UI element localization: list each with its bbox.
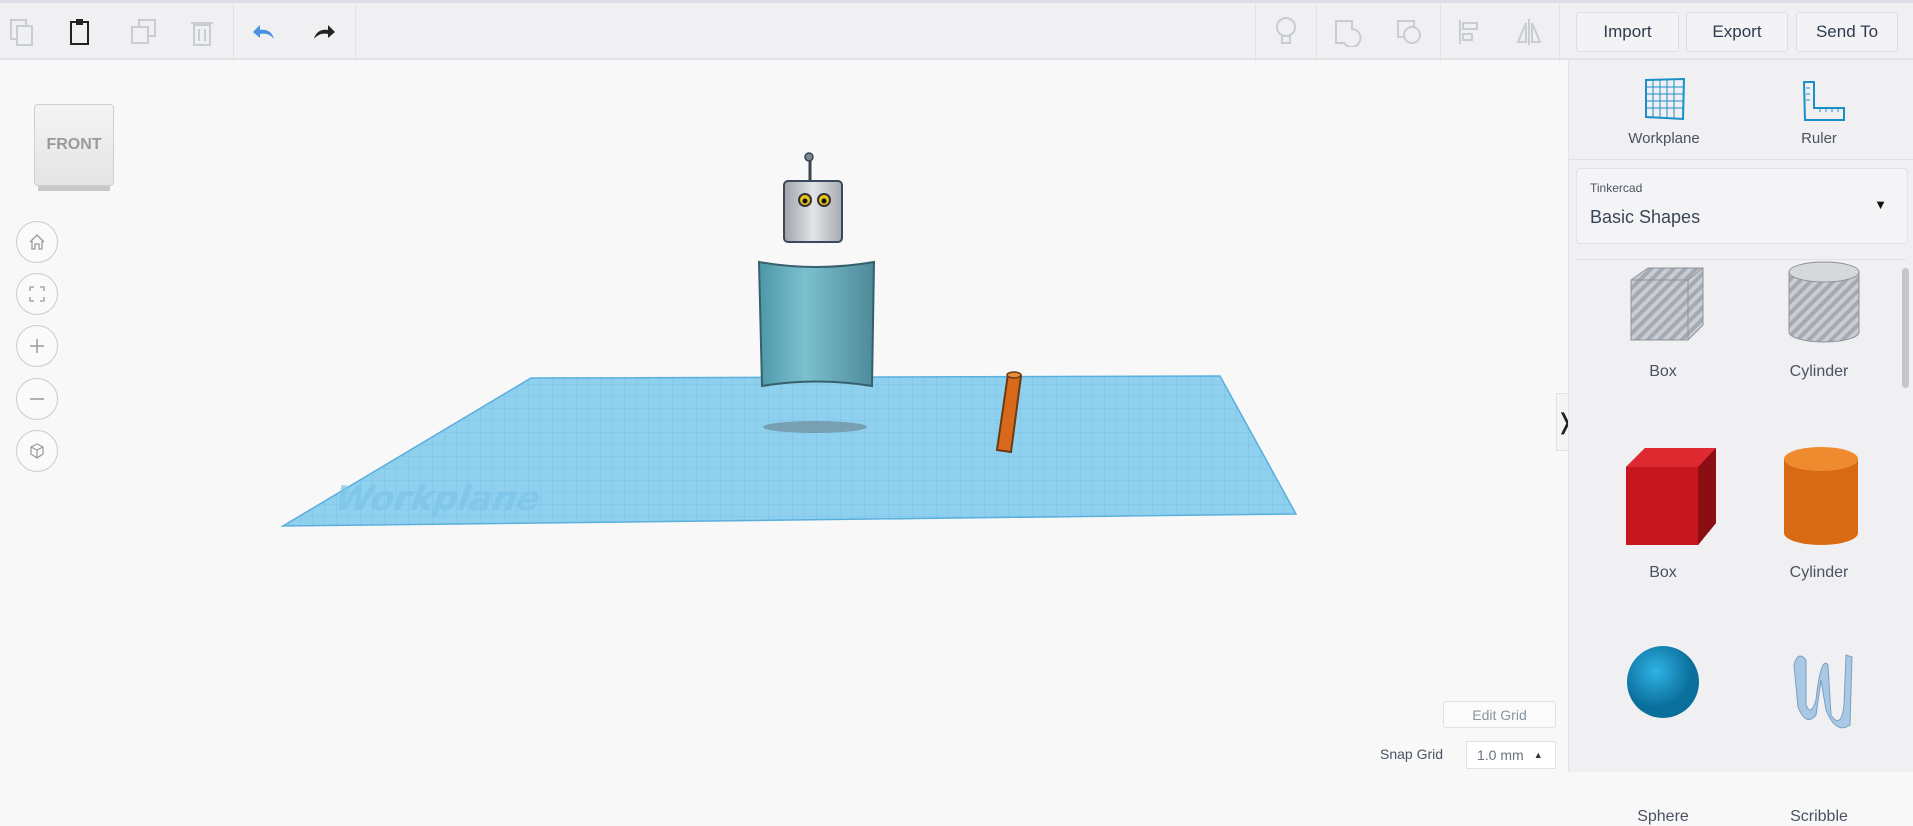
copy-icon[interactable] xyxy=(5,15,39,49)
duplicate-icon[interactable] xyxy=(126,15,160,49)
ruler-icon xyxy=(1802,81,1845,121)
export-button[interactable]: Export xyxy=(1686,12,1788,52)
snap-grid-select[interactable]: 1.0 mm ▲ xyxy=(1466,741,1556,769)
shape-cylinder-gray[interactable]: Cylinder xyxy=(1744,260,1894,410)
view-cube-front-face[interactable]: FRONT xyxy=(34,104,114,186)
snap-grid-value: 1.0 mm xyxy=(1477,747,1524,763)
align-icon[interactable] xyxy=(1452,15,1486,49)
3d-viewport[interactable]: Workplane FRONT Edit Grid Snap Grid 1.0 … xyxy=(0,60,1574,772)
perspective-button[interactable] xyxy=(16,430,58,472)
caret-up-icon: ▲ xyxy=(1533,750,1543,760)
scribble-icon xyxy=(1793,654,1853,729)
zoom-in-button[interactable] xyxy=(16,325,58,367)
fit-icon xyxy=(29,286,45,302)
import-button[interactable]: Import xyxy=(1576,12,1679,52)
cylinder-hole-icon xyxy=(1788,261,1860,343)
workplane-label: Workplane xyxy=(1628,130,1700,147)
shadow xyxy=(763,421,867,433)
edit-grid-button[interactable]: Edit Grid xyxy=(1443,701,1556,728)
cylinder-icon xyxy=(1784,447,1858,545)
shape-sphere[interactable]: Sphere xyxy=(1588,645,1738,825)
sphere-icon xyxy=(1627,646,1699,718)
scene: Workplane xyxy=(280,152,1298,527)
curved-wall-shape[interactable] xyxy=(757,260,876,388)
divider xyxy=(1316,3,1317,61)
group-icon[interactable] xyxy=(1330,15,1364,49)
divider xyxy=(1440,3,1441,61)
cube-icon xyxy=(30,443,44,459)
paste-icon[interactable] xyxy=(63,15,97,49)
shape-box-red[interactable]: Box xyxy=(1588,445,1738,595)
box-icon xyxy=(1626,448,1716,545)
lightbulb-icon[interactable] xyxy=(1269,15,1303,49)
box-hole-icon xyxy=(1630,267,1704,341)
zoom-out-button[interactable] xyxy=(16,378,58,420)
panel-scrollbar[interactable] xyxy=(1902,268,1909,388)
caret-down-icon: ▼ xyxy=(1874,197,1887,212)
ruler-label: Ruler xyxy=(1801,130,1837,147)
delete-icon[interactable] xyxy=(185,15,219,49)
ruler-tool[interactable]: Ruler xyxy=(1744,60,1894,156)
plus-icon xyxy=(30,339,44,353)
undo-icon[interactable] xyxy=(248,15,282,49)
workplane-tool[interactable]: Workplane xyxy=(1589,60,1739,156)
robot-head-shape[interactable] xyxy=(783,152,843,243)
library-value: Basic Shapes xyxy=(1590,207,1701,227)
snap-grid-label: Snap Grid xyxy=(1380,746,1444,762)
redo-icon[interactable] xyxy=(306,15,340,49)
workplane-watermark: Workplane xyxy=(328,479,548,519)
divider xyxy=(1255,3,1256,61)
shape-box-gray[interactable]: Box xyxy=(1588,260,1738,410)
fit-view-button[interactable] xyxy=(16,273,58,315)
send-to-button[interactable]: Send To xyxy=(1796,12,1898,52)
toolbar: Import Export Send To xyxy=(0,0,1913,61)
divider xyxy=(355,3,356,61)
ungroup-icon[interactable] xyxy=(1392,15,1426,49)
shape-library-dropdown[interactable]: Tinkercad Basic Shapes ▼ xyxy=(1576,168,1908,244)
shapes-panel: Workplane Ruler Tinkercad Basic Shapes ▼… xyxy=(1568,60,1913,825)
minus-icon xyxy=(30,398,44,400)
shape-scribble[interactable]: Scribble xyxy=(1744,645,1894,825)
home-view-button[interactable] xyxy=(16,221,58,263)
divider xyxy=(233,3,234,61)
divider xyxy=(1559,3,1560,61)
workplane-grid-icon xyxy=(1645,78,1686,121)
view-cube[interactable]: FRONT xyxy=(34,104,114,192)
mirror-icon[interactable] xyxy=(1512,15,1546,49)
home-icon xyxy=(29,234,45,250)
library-caption: Tinkercad xyxy=(1590,181,1643,195)
shape-cylinder-orange[interactable]: Cylinder xyxy=(1744,445,1894,595)
